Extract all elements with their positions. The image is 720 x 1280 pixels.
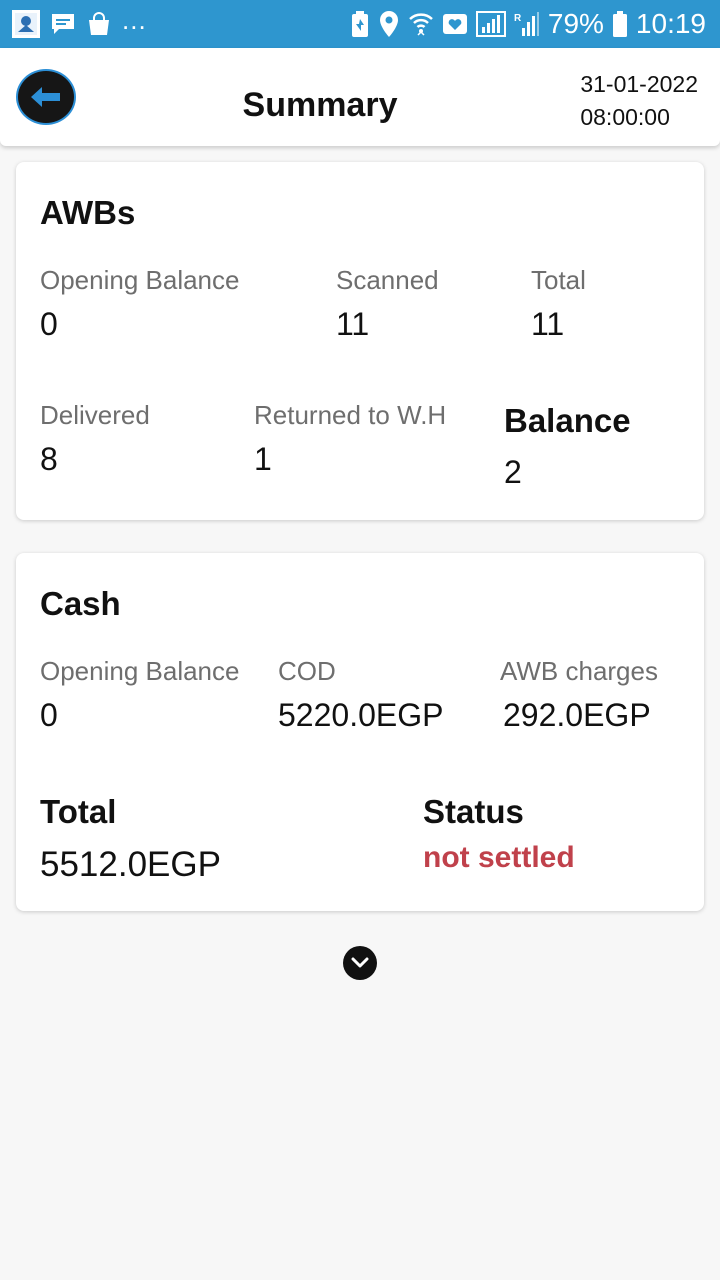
cash-awb-charges-value: 292.0EGP (503, 697, 651, 733)
status-bar: ... R 79% 10:19 (0, 0, 720, 48)
clock: 10:19 (635, 8, 706, 39)
app-header: Summary 31-01-2022 08:00:00 (0, 48, 720, 146)
awbs-total-value: 11 (531, 306, 565, 342)
awbs-delivered-value: 8 (40, 441, 58, 477)
heart-box-icon (442, 11, 468, 37)
header-datetime: 31-01-2022 08:00:00 (580, 68, 698, 134)
cash-card: Cash Opening Balance 0 COD 5220.0EGP AWB… (16, 553, 704, 911)
awbs-balance-label: Balance (504, 402, 631, 439)
awbs-returned-label: Returned to W.H (254, 400, 447, 430)
awbs-balance-value: 2 (504, 454, 522, 490)
awbs-returned-value: 1 (254, 441, 272, 477)
signal-icon (475, 10, 506, 38)
location-icon (378, 10, 400, 38)
overflow-indicator: ... (122, 4, 147, 35)
awbs-scanned-value: 11 (336, 306, 370, 342)
cash-title: Cash (40, 585, 121, 622)
cash-status-label: Status (423, 793, 524, 830)
battery-percent: 79% (547, 8, 604, 39)
page-title: Summary (242, 86, 398, 124)
message-icon (50, 11, 76, 37)
header-date: 31-01-2022 (580, 71, 698, 97)
battery-saver-icon (350, 10, 370, 38)
awbs-scanned-label: Scanned (336, 265, 439, 295)
awbs-opening-balance-label: Opening Balance (40, 265, 240, 295)
cash-total-label: Total (40, 793, 117, 830)
roaming-signal-icon: R (514, 10, 540, 38)
cash-awb-charges-label: AWB charges (500, 656, 658, 686)
status-bar-left: ... (12, 5, 147, 39)
cash-status-value: not settled (423, 841, 575, 874)
cash-total-value: 5512.0EGP (40, 845, 221, 884)
cash-cod-label: COD (278, 656, 336, 686)
awbs-card: AWBs Opening Balance 0 Scanned 11 Total … (16, 162, 704, 520)
header-time: 08:00:00 (580, 104, 670, 130)
wifi-icon (408, 10, 434, 38)
chevron-down-icon (351, 957, 369, 969)
expand-button[interactable] (343, 946, 377, 980)
cash-opening-balance-label: Opening Balance (40, 656, 240, 686)
awbs-title: AWBs (40, 194, 136, 231)
cash-cod-value: 5220.0EGP (278, 697, 444, 733)
svg-text:R: R (514, 13, 522, 24)
battery-icon (612, 10, 628, 38)
cash-opening-balance-value: 0 (40, 697, 58, 733)
awbs-total-label: Total (531, 265, 586, 295)
awbs-delivered-label: Delivered (40, 400, 150, 430)
status-bar-right: R 79% 10:19 (350, 6, 706, 42)
app-logo-icon (12, 10, 40, 38)
shopping-bag-icon (86, 11, 112, 37)
awbs-opening-balance-value: 0 (40, 306, 58, 342)
